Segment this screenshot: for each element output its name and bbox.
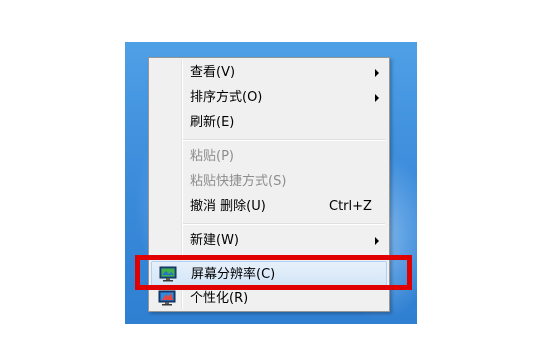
submenu-arrow-icon	[375, 237, 379, 245]
menu-item-undo-delete[interactable]: 撤消 删除(U) Ctrl+Z	[151, 194, 387, 219]
menu-item-paste[interactable]: 粘贴(P)	[151, 144, 387, 169]
menu-item-shortcut: Ctrl+Z	[329, 199, 372, 214]
menu-item-label: 粘贴(P)	[190, 149, 234, 164]
menu-separator	[183, 223, 385, 225]
submenu-arrow-icon	[375, 69, 379, 77]
menu-item-label: 新建(W)	[190, 233, 239, 248]
menu-item-sort-by[interactable]: 排序方式(O)	[151, 85, 387, 110]
menu-item-label: 粘贴快捷方式(S)	[190, 174, 287, 189]
menu-item-paste-shortcut[interactable]: 粘贴快捷方式(S)	[151, 169, 387, 194]
personalize-icon	[158, 290, 176, 306]
menu-item-view[interactable]: 查看(V)	[151, 60, 387, 85]
menu-item-label: 刷新(E)	[190, 115, 235, 130]
menu-item-refresh[interactable]: 刷新(E)	[151, 110, 387, 135]
menu-item-label: 撤消 删除(U)	[190, 199, 266, 214]
submenu-arrow-icon	[375, 94, 379, 102]
menu-item-label: 排序方式(O)	[190, 90, 263, 105]
red-highlight-annotation	[135, 255, 412, 290]
menu-item-label: 查看(V)	[190, 65, 236, 80]
menu-item-new[interactable]: 新建(W)	[151, 228, 387, 253]
menu-separator	[183, 139, 385, 141]
